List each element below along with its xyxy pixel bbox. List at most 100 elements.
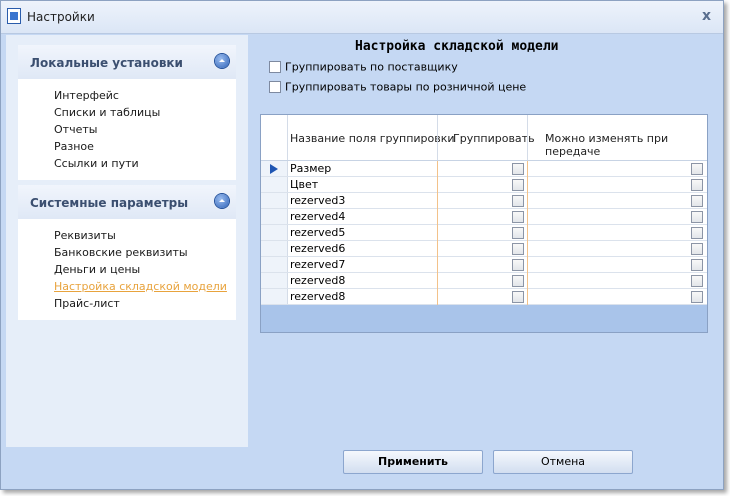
group-by-retail-checkbox[interactable] [269,81,281,93]
group-by-supplier-option[interactable]: Группировать по поставщику [269,60,458,74]
column-divider [437,177,438,193]
window-title: Настройки [27,10,95,24]
group-checkbox[interactable] [512,179,524,191]
apply-button[interactable]: Применить [343,450,483,474]
row-indicator[interactable] [261,225,288,240]
row-field-name[interactable]: rezerved7 [290,258,345,271]
row-indicator[interactable] [261,209,288,224]
current-row-arrow-icon[interactable] [261,161,288,176]
editable-checkbox[interactable] [691,179,703,191]
sidebar-item-price-list[interactable]: Прайс-лист [54,295,236,312]
sidebar-item-misc[interactable]: Разное [54,138,236,155]
collapse-icon[interactable] [215,54,229,68]
column-divider [437,257,438,273]
sidebar-item-money-prices[interactable]: Деньги и цены [54,261,236,278]
column-divider [527,273,528,289]
row-field-name[interactable]: rezerved8 [290,290,345,303]
header-divider [287,115,288,160]
row-field-name[interactable]: rezerved4 [290,210,345,223]
row-field-name[interactable]: Цвет [290,178,318,191]
row-field-name[interactable]: rezerved8 [290,274,345,287]
group-by-retail-option[interactable]: Группировать товары по розничной цене [269,80,526,94]
grouping-grid: Название поля группировки Группировать М… [260,114,708,333]
column-divider [437,241,438,257]
collapse-icon[interactable] [215,194,229,208]
sidebar-item-warehouse-model[interactable]: Настройка складской модели [54,278,236,295]
row-indicator[interactable] [261,257,288,272]
editable-checkbox[interactable] [691,163,703,175]
editable-checkbox[interactable] [691,275,703,287]
sidebar: Локальные установки Интерфейс Списки и т… [6,35,248,447]
editable-checkbox[interactable] [691,195,703,207]
table-row[interactable]: Размер [261,161,707,177]
header-divider [437,115,438,160]
column-header-field-name[interactable]: Название поля группировки [290,132,455,145]
panel-header-system[interactable]: Системные параметры [18,185,236,219]
group-by-supplier-label: Группировать по поставщику [285,60,458,74]
row-indicator[interactable] [261,273,288,288]
column-divider [527,241,528,257]
sidebar-item-links-paths[interactable]: Ссылки и пути [54,155,236,172]
group-checkbox[interactable] [512,291,524,303]
column-divider [437,225,438,241]
editable-checkbox[interactable] [691,243,703,255]
cancel-button[interactable]: Отмена [493,450,633,474]
column-divider [437,289,438,305]
row-indicator[interactable] [261,241,288,256]
column-header-group[interactable]: Группировать [453,132,535,145]
local-settings-list: Интерфейс Списки и таблицы Отчеты Разное… [18,79,236,180]
row-field-name[interactable]: rezerved3 [290,194,345,207]
row-field-name[interactable]: Размер [290,162,331,175]
table-row[interactable]: rezerved5 [261,225,707,241]
grid-body: Размер Цвет rezerved3 rezerved4 rezerved5 rez… [261,161,707,305]
close-icon[interactable]: x [702,8,711,24]
group-checkbox[interactable] [512,163,524,175]
column-divider [437,273,438,289]
panel-header-local[interactable]: Локальные установки [18,45,236,79]
group-by-supplier-checkbox[interactable] [269,61,281,73]
system-params-list: Реквизиты Банковские реквизиты Деньги и … [18,219,236,320]
editable-checkbox[interactable] [691,211,703,223]
row-field-name[interactable]: rezerved5 [290,226,345,239]
sidebar-item-bank-requisites[interactable]: Банковские реквизиты [54,244,236,261]
row-indicator[interactable] [261,193,288,208]
table-row[interactable]: rezerved8 [261,273,707,289]
editable-checkbox[interactable] [691,227,703,239]
editable-checkbox[interactable] [691,291,703,303]
column-divider [527,161,528,177]
group-checkbox[interactable] [512,195,524,207]
table-row[interactable]: rezerved4 [261,209,707,225]
grid-header: Название поля группировки Группировать М… [261,115,707,161]
column-divider [527,257,528,273]
table-row[interactable]: Цвет [261,177,707,193]
group-checkbox[interactable] [512,275,524,287]
panel-title-local: Локальные установки [30,56,183,70]
sidebar-item-interface[interactable]: Интерфейс [54,87,236,104]
sidebar-item-lists-tables[interactable]: Списки и таблицы [54,104,236,121]
row-indicator[interactable] [261,289,288,304]
system-params-panel: Системные параметры Реквизиты Банковские… [18,185,236,320]
column-divider [437,161,438,177]
column-divider [527,289,528,305]
panel-title-system: Системные параметры [30,196,189,210]
table-row[interactable]: rezerved6 [261,241,707,257]
column-divider [437,193,438,209]
group-checkbox[interactable] [512,243,524,255]
column-header-editable[interactable]: Можно изменять при передаче [545,132,707,158]
row-indicator[interactable] [261,177,288,192]
table-row[interactable]: rezerved3 [261,193,707,209]
group-by-retail-label: Группировать товары по розничной цене [285,80,527,94]
row-field-name[interactable]: rezerved6 [290,242,345,255]
title-bar: Настройки x [1,1,723,34]
group-checkbox[interactable] [512,227,524,239]
sidebar-item-reports[interactable]: Отчеты [54,121,236,138]
sidebar-item-requisites[interactable]: Реквизиты [54,227,236,244]
app-icon [7,8,21,24]
group-checkbox[interactable] [512,211,524,223]
table-row[interactable]: rezerved8 [261,289,707,305]
settings-window: Настройки x Локальные установки Интерфей… [0,0,724,490]
editable-checkbox[interactable] [691,259,703,271]
table-row[interactable]: rezerved7 [261,257,707,273]
group-checkbox[interactable] [512,259,524,271]
header-divider [527,115,528,160]
